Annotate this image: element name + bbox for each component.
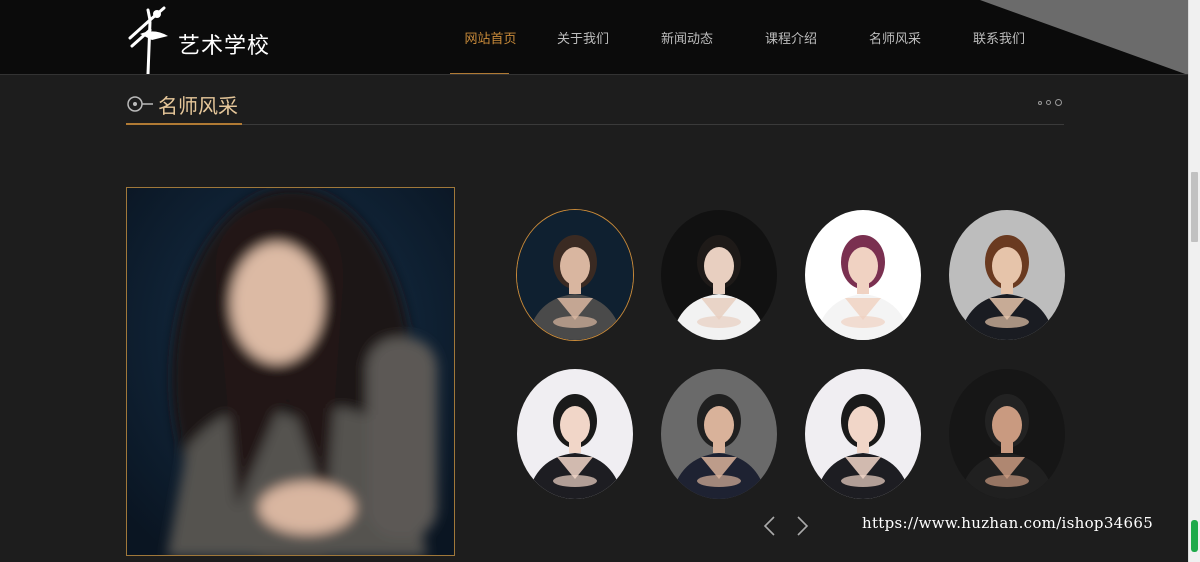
teacher-portrait-image xyxy=(805,210,921,340)
nav-item-1[interactable]: 网站首页 xyxy=(450,0,531,74)
teacher-thumbnail[interactable] xyxy=(949,369,1065,499)
teacher-portrait-image xyxy=(517,210,633,340)
main-nav: 网站首页 关于我们 新闻动态 课程介绍 名师风采 联系我们 xyxy=(450,0,1051,74)
dot-icon xyxy=(1038,101,1042,105)
page-scrollbar[interactable] xyxy=(1188,0,1200,562)
nav-item-3[interactable]: 新闻动态 xyxy=(635,0,739,74)
nav-item-6[interactable]: 联系我们 xyxy=(947,0,1051,74)
teacher-portrait-image xyxy=(949,210,1065,340)
nav-item-4[interactable]: 课程介绍 xyxy=(739,0,843,74)
watermark-url: https://www.huzhan.com/ishop34665 xyxy=(862,514,1154,532)
teacher-portrait-image xyxy=(949,369,1065,499)
scrollbar-thumb[interactable] xyxy=(1191,172,1198,242)
chevron-left-icon[interactable] xyxy=(760,514,780,538)
featured-teacher-photo xyxy=(126,187,455,556)
floating-status-indicator xyxy=(1191,520,1198,552)
section-title-wrap: 名师风采 xyxy=(126,85,242,125)
teacher-portrait-image xyxy=(805,369,921,499)
dot-icon xyxy=(1055,99,1062,106)
section-dots-icon xyxy=(1038,99,1062,106)
teacher-portrait-image xyxy=(517,369,633,499)
dot-icon xyxy=(1046,100,1051,105)
teacher-portrait-image xyxy=(661,369,777,499)
chevron-right-icon[interactable] xyxy=(792,514,812,538)
teacher-thumbnail[interactable] xyxy=(805,369,921,499)
teacher-thumbnail[interactable] xyxy=(949,210,1065,340)
site-header: 艺术学校 网站首页 关于我们 新闻动态 课程介绍 名师风采 联系我们 xyxy=(0,0,1188,75)
key-icon xyxy=(127,96,153,112)
section-title: 名师风采 xyxy=(158,93,238,118)
section-header: 名师风采 xyxy=(126,85,1064,125)
teacher-thumbnail[interactable] xyxy=(517,369,633,499)
brand-name[interactable]: 艺术学校 xyxy=(178,28,270,60)
teacher-thumbnail[interactable] xyxy=(661,369,777,499)
teacher-thumbnail[interactable] xyxy=(661,210,777,340)
teacher-thumbnail[interactable] xyxy=(805,210,921,340)
teacher-thumbnail[interactable] xyxy=(517,210,633,340)
teacher-portrait-image xyxy=(661,210,777,340)
nav-item-5[interactable]: 名师风采 xyxy=(843,0,947,74)
nav-item-2[interactable]: 关于我们 xyxy=(531,0,635,74)
featured-teacher-image xyxy=(127,188,454,555)
